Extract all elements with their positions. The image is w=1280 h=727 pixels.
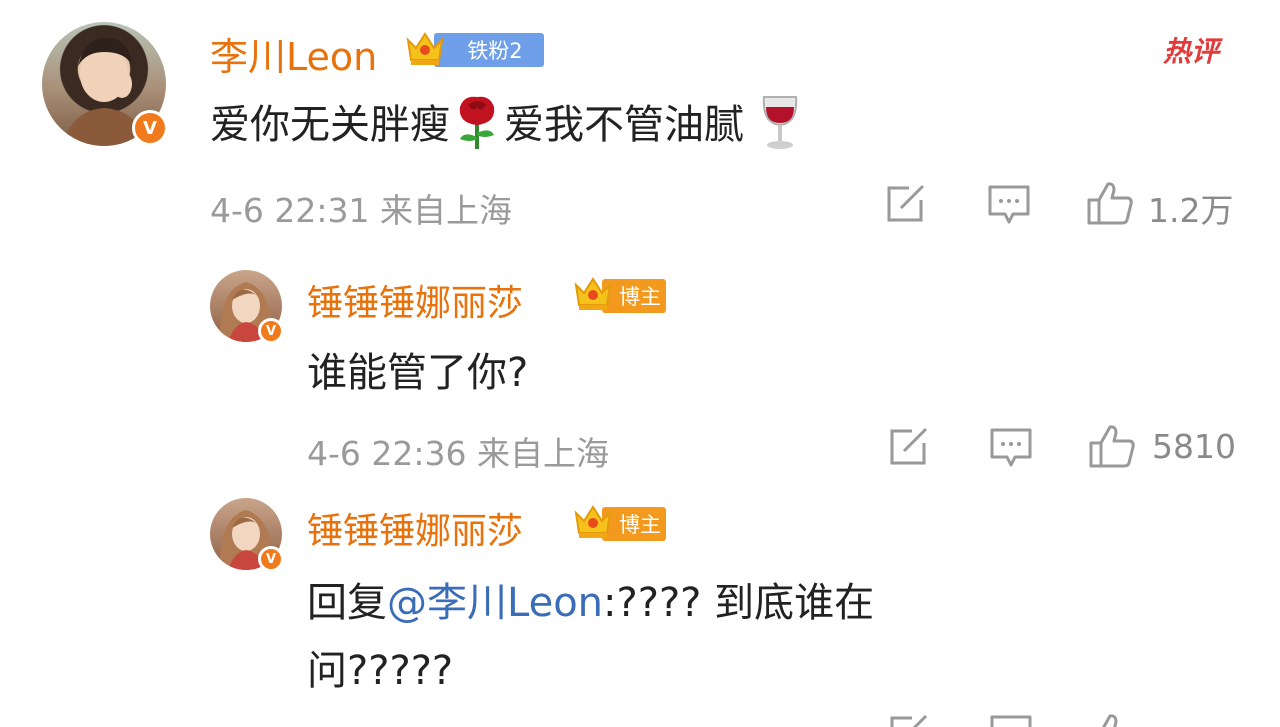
crown-icon xyxy=(572,501,614,547)
rose-icon xyxy=(450,93,504,161)
like-icon[interactable] xyxy=(1086,180,1134,230)
like-count: 1.2万 xyxy=(1148,191,1234,230)
like-icon[interactable] xyxy=(1088,712,1136,727)
share-icon[interactable] xyxy=(888,427,930,471)
reply-text: 谁能管了你? xyxy=(307,350,529,396)
comment-username[interactable]: 锤锤锤娜丽莎 xyxy=(307,274,523,326)
comment-text-part2: 爱我不管油腻 xyxy=(504,102,744,148)
comment-text: 爱你无关胖瘦 爱我不管油腻 xyxy=(210,92,802,161)
share-icon[interactable] xyxy=(885,184,927,228)
fan-badge-label: 铁粉2 xyxy=(434,33,544,67)
crown-icon xyxy=(572,273,614,319)
like-count: 5810 xyxy=(1152,427,1236,466)
like-icon[interactable] xyxy=(1088,423,1136,473)
comment-meta: 4-6 22:36 来自上海 xyxy=(307,434,609,473)
crown-icon xyxy=(404,28,446,72)
avatar[interactable]: V xyxy=(210,270,284,344)
avatar[interactable]: V xyxy=(210,498,284,572)
hot-comment-tag: 热评 xyxy=(1163,35,1220,68)
avatar[interactable]: V xyxy=(42,22,168,146)
comment-text-part1: 爱你无关胖瘦 xyxy=(210,102,450,148)
share-icon[interactable] xyxy=(888,714,930,727)
comment-meta: 4-6 22:31 来自上海 xyxy=(210,191,512,230)
wine-glass-icon xyxy=(758,93,802,161)
comment-icon[interactable] xyxy=(987,184,1031,230)
blogger-badge[interactable]: 博主 xyxy=(572,501,666,547)
comment-thread: 热评 V 李川Leon 铁粉2 爱你无关胖瘦 爱我不管油腻 4-6 22:31 … xyxy=(0,0,1280,727)
reply-text: 回复@李川Leon:???? 到底谁在 xyxy=(307,570,874,628)
blogger-badge[interactable]: 博主 xyxy=(572,273,666,319)
reply-text-line1: :???? 到底谁在 xyxy=(603,580,875,626)
reply-text-line2: 问????? xyxy=(307,648,454,694)
comment-icon[interactable] xyxy=(989,714,1033,727)
comment-username[interactable]: 锤锤锤娜丽莎 xyxy=(307,502,523,554)
verified-icon: V xyxy=(132,110,168,146)
verified-icon: V xyxy=(258,318,284,344)
verified-icon: V xyxy=(258,546,284,572)
comment-icon[interactable] xyxy=(989,427,1033,473)
mention-link[interactable]: @李川Leon xyxy=(387,580,603,626)
fan-badge[interactable]: 铁粉2 xyxy=(404,28,544,72)
reply-prefix: 回复 xyxy=(307,580,387,626)
comment-username[interactable]: 李川Leon xyxy=(210,26,377,81)
